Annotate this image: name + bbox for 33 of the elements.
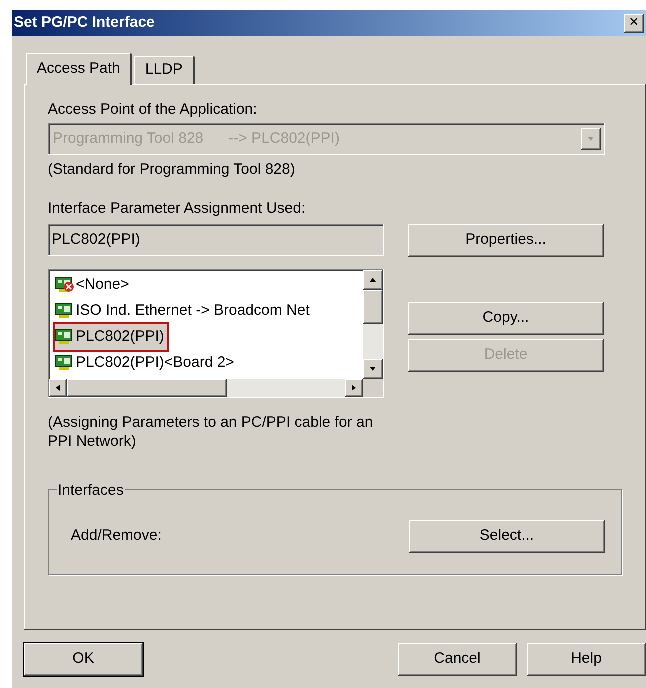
- network-card-icon: [55, 329, 75, 345]
- scroll-left-arrow-icon: [54, 384, 62, 392]
- action-button[interactable]: Copy...: [408, 302, 604, 335]
- close-button[interactable]: ×: [624, 14, 644, 32]
- description-text: (Assigning Parameters to an PC/PPI cable for an PPI Network): [48, 413, 374, 451]
- list-item[interactable]: ISO Ind. Ethernet -> Broadcom Net: [55, 298, 313, 324]
- list-item[interactable]: PLC802(PPI)<Board 2>: [55, 350, 238, 376]
- network-card-icon: [55, 303, 75, 319]
- vertical-scrollbar[interactable]: [363, 270, 383, 379]
- dialog-button[interactable]: Cancel: [398, 643, 517, 676]
- scroll-up-arrow-icon: [369, 276, 377, 284]
- field-label: Add/Remove:: [71, 526, 162, 546]
- field-label: Interface Parameter Assignment Used:: [48, 198, 307, 218]
- tab[interactable]: LLDP: [134, 56, 195, 84]
- note-text: (Standard for Programming Tool 828): [48, 160, 296, 180]
- window-title: Set PG/PC Interface: [14, 12, 155, 33]
- scrollbar-corner: [363, 379, 383, 397]
- tab[interactable]: Access Path: [26, 53, 132, 85]
- scroll-right-arrow-icon: [350, 384, 358, 392]
- scroll-down-arrow-icon: [369, 365, 377, 373]
- field-label: Access Point of the Application:: [48, 100, 258, 120]
- dropdown-arrow-icon: [587, 135, 595, 143]
- dialog-button[interactable]: OK: [24, 643, 143, 676]
- list-item[interactable]: PLC802(PPI): [55, 324, 168, 350]
- horizontal-scrollbar[interactable]: [49, 379, 383, 397]
- network-card-icon: [55, 355, 75, 371]
- list-item[interactable]: <None>: [55, 272, 132, 298]
- interface-list[interactable]: <None> ISO Ind. Ethernet -> Broadcom Net PLC802(PPI) PLC802(PPI)<Board 2>: [48, 269, 384, 398]
- dialog-button[interactable]: Help: [527, 643, 646, 676]
- action-button[interactable]: Properties...: [408, 224, 604, 257]
- select-button[interactable]: Select...: [409, 520, 605, 552]
- network-card-error-icon: [55, 277, 75, 293]
- parameter-field: PLC802(PPI): [48, 224, 384, 256]
